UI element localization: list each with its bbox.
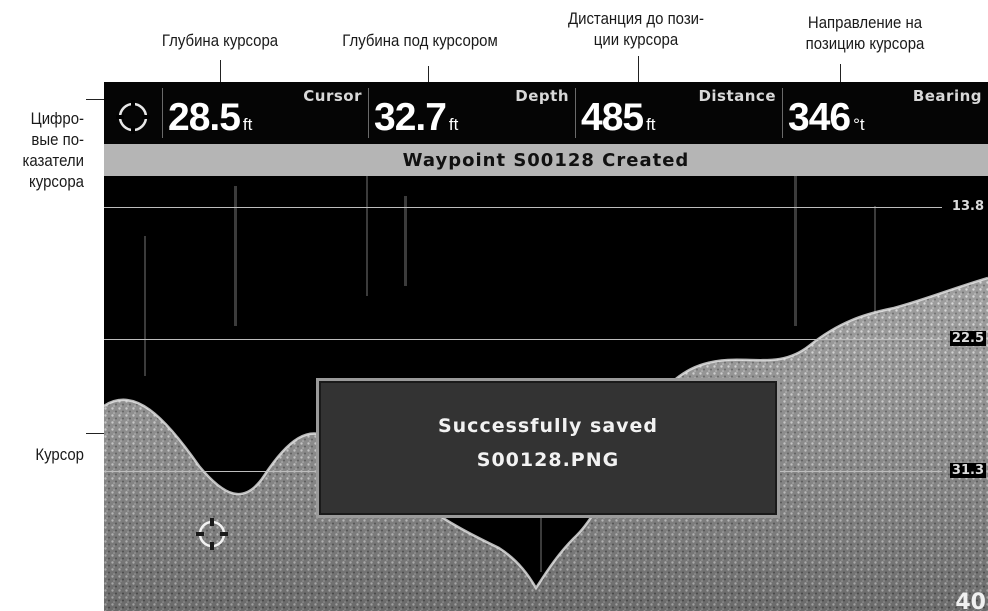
depth-caption: Depth <box>515 87 569 105</box>
depth-label-2: 22.5 <box>949 331 986 346</box>
callout-bearing: Направление на позицию курсора <box>773 12 958 54</box>
cursor-depth-value: 28.5 ft <box>168 96 253 139</box>
callout-cursor-text: Курсор <box>35 445 84 464</box>
callout-cursor-depth: Глубина курсора <box>141 30 299 51</box>
depth-range-max: 40 <box>955 590 986 611</box>
callout-readouts-line3: казатели <box>22 151 85 170</box>
depth-unit: ft <box>448 115 459 134</box>
dialog-message: Successfully saved <box>437 415 659 437</box>
cursor-data-bar: 28.5 ft Cursor 32.7 ft Depth 485 ft Distanc… <box>104 82 988 144</box>
readout-cursor-depth: 28.5 ft Cursor <box>162 82 368 144</box>
sonar-view[interactable]: 13.8 22.5 31.3 40 Successfully saved S00… <box>104 176 988 611</box>
callout-distance: Дистанция до пози- ции курсора <box>548 8 724 50</box>
crosshair-cursor-icon <box>116 100 150 134</box>
callout-cursor-depth-text: Глубина курсора <box>161 31 279 50</box>
readout-depth: 32.7 ft Depth <box>368 82 575 144</box>
depth-gridline <box>104 339 942 340</box>
callout-bearing-line2: позицию курсора <box>805 34 925 53</box>
cursor-depth-unit: ft <box>242 115 253 134</box>
readout-separator <box>575 88 576 138</box>
bearing-caption: Bearing <box>912 87 982 105</box>
callout-readouts-line4: курсора <box>29 172 84 191</box>
callout-depth-under-cursor: Глубина под курсором <box>323 30 517 51</box>
depth-label-1: 13.8 <box>949 199 986 214</box>
callout-bearing-line1: Направление на <box>807 13 923 32</box>
save-confirmation-dialog: Successfully saved S00128.PNG <box>316 378 780 518</box>
depth-label-3: 31.3 <box>949 463 986 478</box>
sonar-screen: 28.5 ft Cursor 32.7 ft Depth 485 ft Distanc… <box>104 82 988 611</box>
readout-separator <box>162 88 163 138</box>
bearing-unit: °t <box>853 115 865 134</box>
callout-distance-line2: ции курсора <box>593 30 679 49</box>
crosshair-cursor-icon[interactable] <box>194 516 230 552</box>
callout-digital-readouts: Цифро- вые по- казатели курсора <box>10 108 84 192</box>
bearing-value: 346 °t <box>788 96 865 139</box>
depth-gridline <box>104 207 942 208</box>
callout-cursor: Курсор <box>10 444 84 465</box>
waypoint-created-banner: Waypoint S00128 Created <box>104 144 988 176</box>
callout-readouts-line1: Цифро- <box>30 109 84 128</box>
readout-bearing: 346 °t Bearing <box>782 82 988 144</box>
callout-distance-line1: Дистанция до пози- <box>567 9 705 28</box>
dialog-filename: S00128.PNG <box>476 449 620 471</box>
depth-value: 32.7 ft <box>374 96 459 139</box>
cursor-depth-caption: Cursor <box>303 87 362 105</box>
distance-value: 485 ft <box>581 96 656 139</box>
readout-distance: 485 ft Distance <box>575 82 782 144</box>
callout-readouts-line2: вые по- <box>31 130 84 149</box>
readout-separator <box>782 88 783 138</box>
banner-text: Waypoint S00128 Created <box>402 150 690 171</box>
distance-unit: ft <box>646 115 656 134</box>
distance-caption: Distance <box>698 87 776 105</box>
readout-separator <box>368 88 369 138</box>
callout-depth-under-cursor-text: Глубина под курсором <box>342 31 498 50</box>
